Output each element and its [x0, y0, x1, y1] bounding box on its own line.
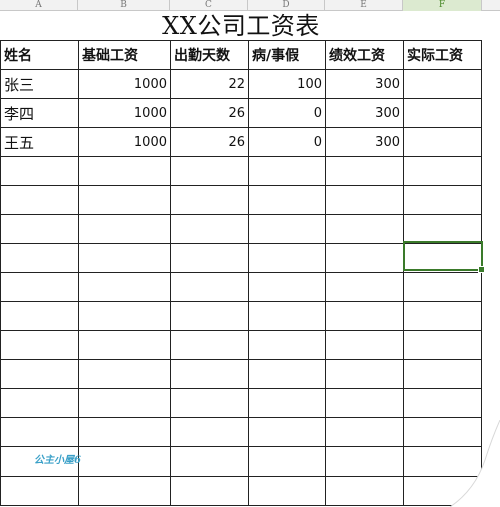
data-cell[interactable]: 300: [326, 70, 403, 98]
sheet-title[interactable]: XX公司工资表: [0, 11, 482, 40]
fill-handle[interactable]: [478, 266, 485, 273]
grid-line-horizontal: [0, 330, 482, 331]
data-cell[interactable]: 张三: [1, 70, 78, 98]
header-cell[interactable]: 病/事假: [249, 41, 325, 69]
data-cell[interactable]: 22: [171, 70, 248, 98]
data-cell[interactable]: 26: [171, 99, 248, 127]
grid-line-horizontal: [0, 359, 482, 360]
column-header-E[interactable]: E: [325, 0, 403, 11]
selected-cell-F9[interactable]: [403, 241, 485, 273]
data-cell[interactable]: 0: [249, 128, 325, 156]
data-cell[interactable]: [404, 128, 482, 156]
data-cell[interactable]: [404, 99, 482, 127]
data-cell[interactable]: 李四: [1, 99, 78, 127]
grid-line-horizontal: [0, 388, 482, 389]
header-cell[interactable]: 基础工资: [79, 41, 170, 69]
grid-line-horizontal: [0, 214, 482, 215]
header-cell[interactable]: 姓名: [1, 41, 78, 69]
data-cell[interactable]: 王五: [1, 128, 78, 156]
header-cell[interactable]: 实际工资: [404, 41, 482, 69]
column-header-D[interactable]: D: [248, 0, 325, 11]
grid-line-horizontal: [0, 272, 482, 273]
data-cell[interactable]: 1000: [79, 70, 170, 98]
data-cell[interactable]: 1000: [79, 99, 170, 127]
header-cell[interactable]: 绩效工资: [326, 41, 403, 69]
watermark-text: 公主小屋6: [34, 455, 81, 466]
data-cell[interactable]: 300: [326, 99, 403, 127]
data-cell[interactable]: 300: [326, 128, 403, 156]
grid-line-horizontal: [0, 476, 482, 477]
header-cell[interactable]: 出勤天数: [171, 41, 248, 69]
grid-line-horizontal: [0, 301, 482, 302]
column-header-A[interactable]: A: [0, 0, 78, 11]
grid-line-horizontal: [0, 417, 482, 418]
data-cell[interactable]: [404, 70, 482, 98]
column-header-B[interactable]: B: [78, 0, 170, 11]
column-header-C[interactable]: C: [170, 0, 248, 11]
column-header-F[interactable]: F: [403, 0, 482, 11]
grid-line-horizontal: [0, 156, 482, 157]
data-cell[interactable]: 0: [249, 99, 325, 127]
grid-line-horizontal: [0, 446, 482, 447]
data-cell[interactable]: 100: [249, 70, 325, 98]
data-cell[interactable]: 26: [171, 128, 248, 156]
page-curl-shadow: [449, 420, 500, 507]
grid-line-horizontal: [0, 185, 482, 186]
grid-line-horizontal: [0, 505, 482, 506]
data-cell[interactable]: 1000: [79, 128, 170, 156]
